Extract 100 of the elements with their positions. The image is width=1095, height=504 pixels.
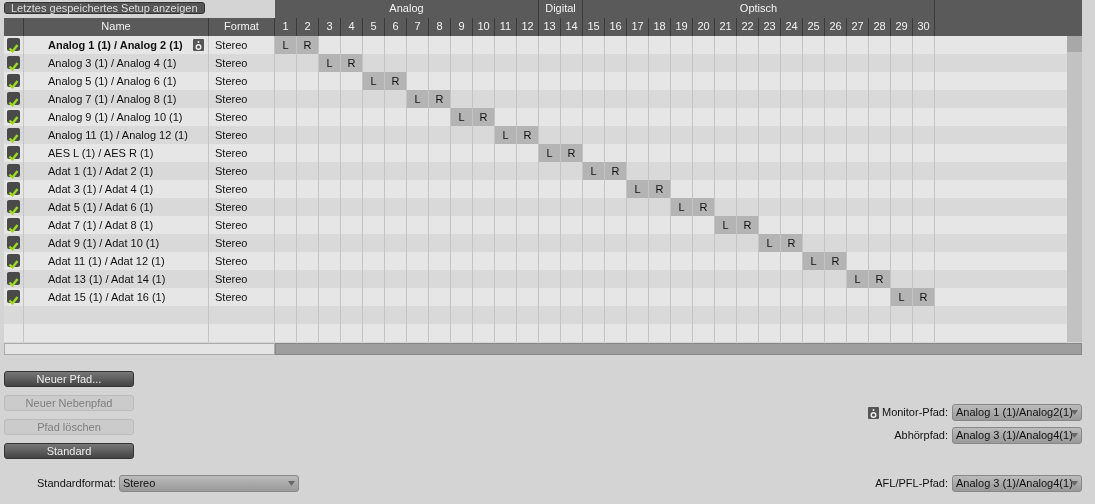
format-value: Stereo: [215, 147, 248, 159]
checkbox[interactable]: [7, 110, 20, 123]
table-row[interactable]: Analog 5 (1) / Analog 6 (1) Stereo L R: [4, 72, 1067, 90]
path-name: Adat 5 (1) / Adat 6 (1): [48, 200, 154, 215]
format-select[interactable]: Stereo: [118, 475, 299, 492]
channel-assignment[interactable]: L: [627, 180, 649, 198]
checkbox[interactable]: [7, 272, 20, 285]
checkbox[interactable]: [7, 254, 20, 267]
path-name: Analog 3 (1) / Analog 4 (1): [48, 56, 177, 71]
channel-assignment[interactable]: L: [891, 288, 913, 306]
checkbox[interactable]: [7, 38, 20, 51]
format-value: Stereo: [215, 93, 248, 105]
channel-assignment[interactable]: L: [539, 144, 561, 162]
checkbox[interactable]: [7, 56, 20, 69]
channel-assignment[interactable]: L: [759, 234, 781, 252]
channel-assignment[interactable]: L: [363, 72, 385, 90]
format-value: Stereo: [215, 291, 248, 303]
channel-assignment[interactable]: R: [429, 90, 451, 108]
speaker-icon: [193, 39, 204, 51]
checkbox[interactable]: [7, 128, 20, 141]
horizontal-scrollbar[interactable]: [275, 343, 1082, 355]
table-row[interactable]: Adat 15 (1) / Adat 16 (1) Stereo L R: [4, 288, 1067, 306]
path-button[interactable]: Neuer Pfad...: [4, 371, 134, 387]
format-value: Stereo: [215, 255, 248, 267]
setup-button[interactable]: Letztes gespeichertes Setup anzeigen: [4, 2, 205, 14]
format-value: Stereo: [215, 39, 248, 51]
checkbox[interactable]: [7, 92, 20, 105]
channel-assignment[interactable]: L: [583, 162, 605, 180]
vertical-scrollbar[interactable]: [1067, 36, 1082, 342]
path-label: AFL/PFL-Pfad:: [875, 476, 948, 492]
table-row[interactable]: Adat 13 (1) / Adat 14 (1) Stereo L R: [4, 270, 1067, 288]
format-value: Stereo: [215, 165, 248, 177]
path-name: Analog 11 (1) / Analog 12 (1): [48, 128, 188, 143]
channel-assignment[interactable]: R: [341, 54, 363, 72]
checkbox[interactable]: [7, 290, 20, 303]
checkbox[interactable]: [7, 218, 20, 231]
table-row[interactable]: Adat 9 (1) / Adat 10 (1) Stereo L R: [4, 234, 1067, 252]
channel-assignment[interactable]: L: [495, 126, 517, 144]
table-row[interactable]: Adat 3 (1) / Adat 4 (1) Stereo L R: [4, 180, 1067, 198]
path-select[interactable]: Analog 3 (1)/Analog4(1): [952, 475, 1082, 492]
format-value: Stereo: [215, 111, 248, 123]
channel-assignment[interactable]: L: [803, 252, 825, 270]
table-row[interactable]: Analog 1 (1) / Analog 2 (1) Stereo L R: [4, 36, 1067, 54]
table-row[interactable]: Analog 7 (1) / Analog 8 (1) Stereo L R: [4, 90, 1067, 108]
checkbox[interactable]: [7, 164, 20, 177]
table-row[interactable]: Analog 9 (1) / Analog 10 (1) Stereo L R: [4, 108, 1067, 126]
format-label: Standardformat:: [37, 476, 116, 492]
path-name: Analog 1 (1) / Analog 2 (1): [48, 38, 183, 53]
table-row[interactable]: Adat 1 (1) / Adat 2 (1) Stereo L R: [4, 162, 1067, 180]
caret-icon: [1071, 481, 1078, 486]
format-value: Stereo: [215, 237, 248, 249]
path-select[interactable]: Analog 3 (1)/Analog4(1): [952, 427, 1082, 444]
caret-icon: [1071, 433, 1078, 438]
channel-assignment[interactable]: R: [297, 36, 319, 54]
checkbox[interactable]: [7, 74, 20, 87]
channel-assignment[interactable]: R: [561, 144, 583, 162]
table-row[interactable]: Adat 11 (1) / Adat 12 (1) Stereo L R: [4, 252, 1067, 270]
channel-assignment[interactable]: R: [605, 162, 627, 180]
channel-assignment[interactable]: L: [715, 216, 737, 234]
table-row[interactable]: Adat 7 (1) / Adat 8 (1) Stereo L R: [4, 216, 1067, 234]
format-value: Stereo: [215, 273, 248, 285]
speaker-icon: [867, 406, 879, 419]
channel-assignment[interactable]: R: [649, 180, 671, 198]
format-value: Stereo: [215, 129, 248, 141]
path-name: Adat 15 (1) / Adat 16 (1): [48, 290, 166, 305]
format-value: Stereo: [215, 57, 248, 69]
channel-assignment[interactable]: L: [847, 270, 869, 288]
channel-assignment[interactable]: L: [407, 90, 429, 108]
path-name: Analog 7 (1) / Analog 8 (1): [48, 92, 177, 107]
table-row[interactable]: Analog 11 (1) / Analog 12 (1) Stereo L R: [4, 126, 1067, 144]
table-row[interactable]: Analog 3 (1) / Analog 4 (1) Stereo L R: [4, 54, 1067, 72]
channel-assignment[interactable]: L: [275, 36, 297, 54]
channel-assignment[interactable]: R: [693, 198, 715, 216]
checkbox[interactable]: [7, 236, 20, 249]
path-name: Adat 3 (1) / Adat 4 (1): [48, 182, 154, 197]
format-value: Stereo: [215, 183, 248, 195]
channel-assignment[interactable]: R: [869, 270, 891, 288]
path-select[interactable]: Analog 1 (1)/Analog2(1): [952, 404, 1082, 421]
channel-assignment[interactable]: R: [781, 234, 803, 252]
path-name: Adat 11 (1) / Adat 12 (1): [48, 254, 165, 269]
channel-assignment[interactable]: R: [825, 252, 847, 270]
channel-assignment[interactable]: R: [473, 108, 495, 126]
channel-assignment[interactable]: R: [517, 126, 539, 144]
table-row[interactable]: AES L (1) / AES R (1) Stereo L R: [4, 144, 1067, 162]
path-button[interactable]: Standard: [4, 443, 134, 459]
checkbox[interactable]: [7, 146, 20, 159]
format-value: Stereo: [215, 219, 248, 231]
channel-assignment[interactable]: L: [319, 54, 341, 72]
channel-assignment[interactable]: R: [385, 72, 407, 90]
channel-assignment[interactable]: L: [671, 198, 693, 216]
path-label: Abhörpfad:: [894, 428, 948, 444]
path-name: Adat 1 (1) / Adat 2 (1): [48, 164, 154, 179]
channel-assignment[interactable]: R: [737, 216, 759, 234]
checkbox[interactable]: [7, 200, 20, 213]
scrollbar-thumb[interactable]: [1067, 36, 1082, 52]
format-value: Stereo: [215, 75, 248, 87]
table-row[interactable]: Adat 5 (1) / Adat 6 (1) Stereo L R: [4, 198, 1067, 216]
checkbox[interactable]: [7, 182, 20, 195]
channel-assignment[interactable]: R: [913, 288, 935, 306]
channel-assignment[interactable]: L: [451, 108, 473, 126]
